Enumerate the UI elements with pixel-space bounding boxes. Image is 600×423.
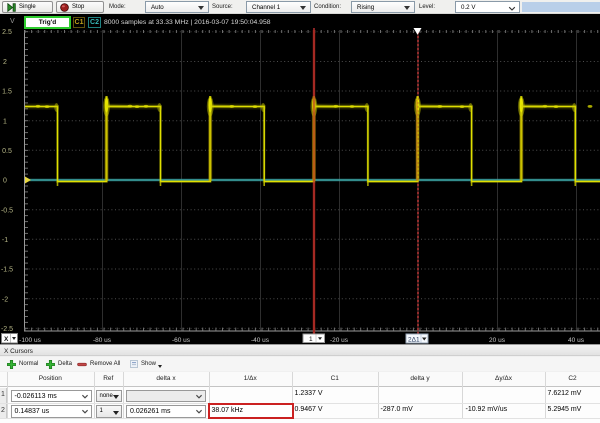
svg-text:2: 2 [3, 59, 7, 66]
svg-text:0: 0 [3, 178, 7, 185]
svg-text:40 us: 40 us [568, 337, 585, 344]
svg-text:2.5: 2.5 [2, 29, 12, 36]
svg-text:-80 us: -80 us [93, 337, 112, 344]
svg-text:20 us: 20 us [489, 337, 506, 344]
svg-text:X: X [4, 336, 9, 343]
svg-text:2Δ1: 2Δ1 [408, 337, 420, 344]
svg-text:-2.5: -2.5 [1, 326, 13, 333]
svg-text:1: 1 [309, 336, 313, 343]
svg-text:-20 us: -20 us [330, 337, 349, 344]
svg-text:0.5: 0.5 [2, 148, 12, 155]
svg-text:-40 us: -40 us [251, 337, 270, 344]
svg-text:-0.5: -0.5 [1, 207, 13, 214]
svg-text:-1.5: -1.5 [1, 267, 13, 274]
svg-text:-100 us: -100 us [19, 337, 41, 344]
svg-text:1: 1 [3, 118, 7, 125]
svg-text:-2: -2 [2, 296, 8, 303]
svg-text:-60 us: -60 us [172, 337, 191, 344]
svg-text:-1: -1 [2, 237, 8, 244]
svg-text:1.5: 1.5 [2, 89, 12, 96]
